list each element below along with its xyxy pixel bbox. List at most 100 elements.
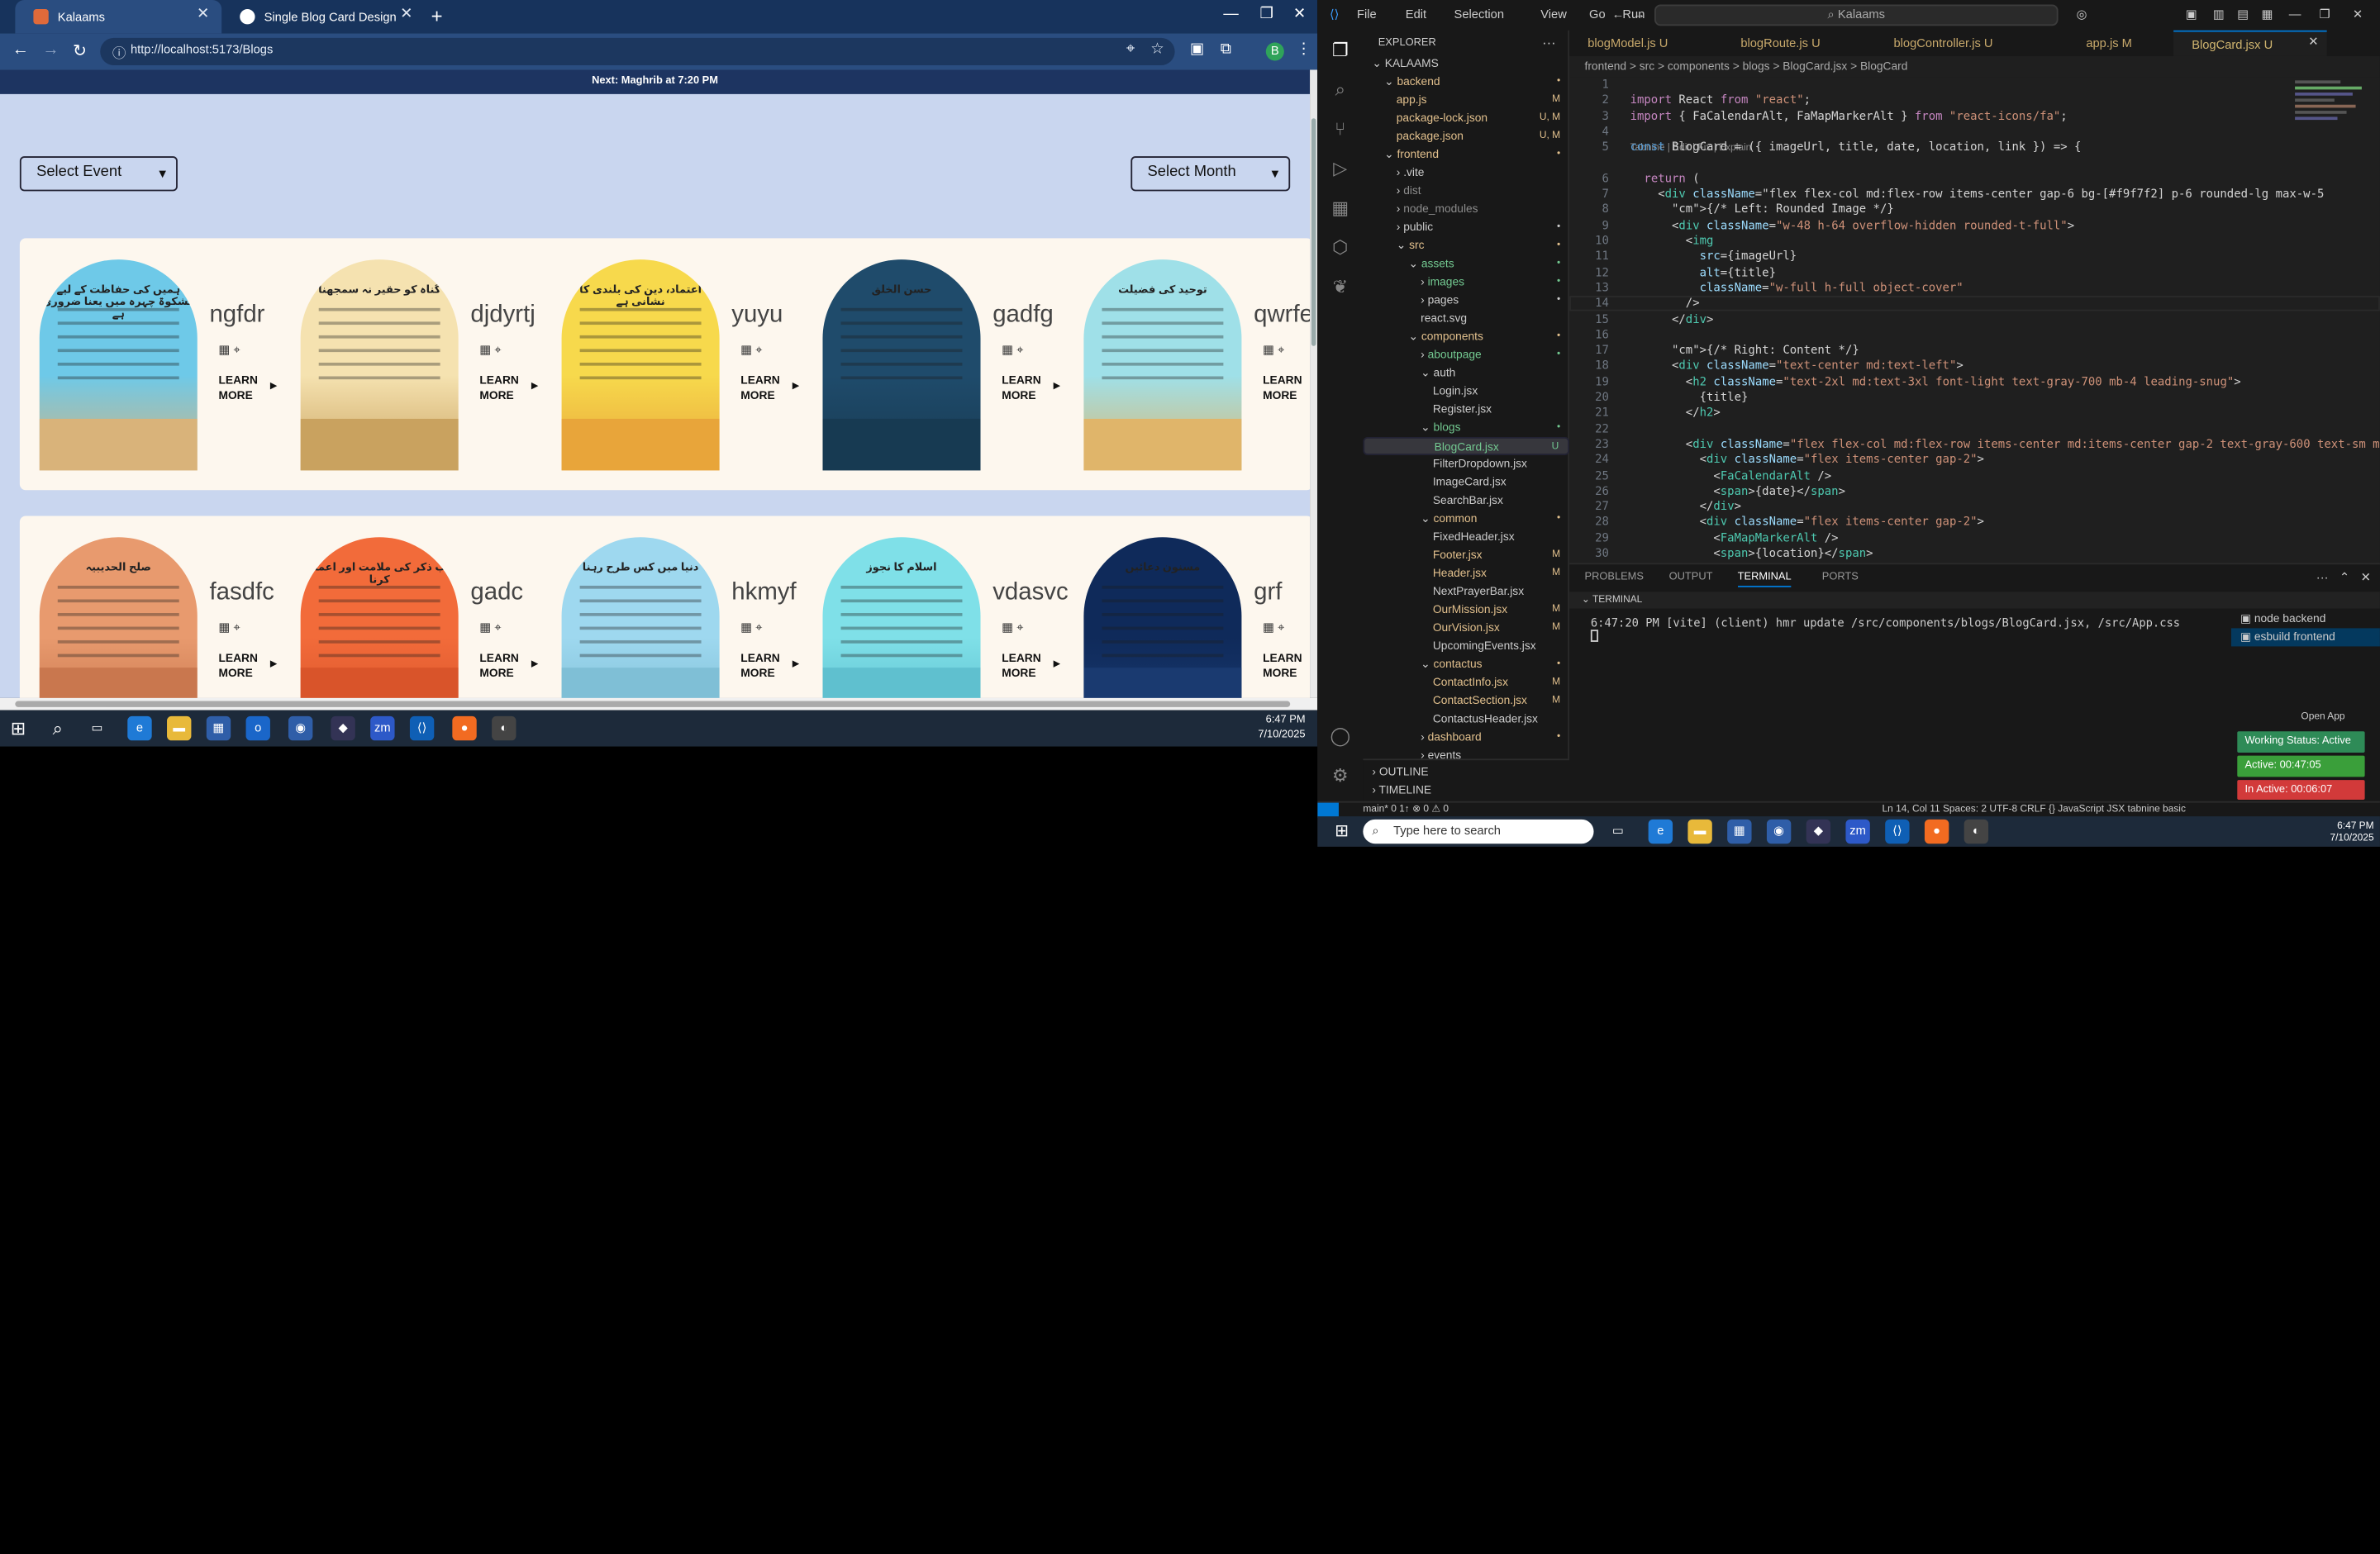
- close-panel-icon[interactable]: ✕: [2361, 571, 2371, 585]
- tree-item[interactable]: ⌄ assets •: [1363, 255, 1569, 273]
- open-app-button[interactable]: Open App: [2301, 711, 2344, 722]
- task-view-icon[interactable]: ▭: [85, 716, 109, 740]
- editor-tab[interactable]: BlogCard.jsx U: [2173, 30, 2327, 56]
- learn-more-link[interactable]: LEARN MORE: [479, 651, 531, 682]
- learn-more-link[interactable]: LEARN MORE: [1002, 373, 1053, 404]
- page-vertical-scrollbar[interactable]: [1310, 69, 1318, 698]
- postman-icon[interactable]: ●: [1924, 819, 1949, 844]
- search-icon[interactable]: ⌕: [1330, 79, 1351, 101]
- more-actions-icon[interactable]: ···: [1542, 35, 1556, 50]
- bookmark-star-icon[interactable]: ☆: [1150, 41, 1164, 58]
- forward-icon[interactable]: →: [42, 41, 59, 59]
- extensions-icon[interactable]: ▦: [1330, 197, 1351, 219]
- blog-card-image[interactable]: ہمیں کی حفاظت کے لیے مشکوۃ چہرہ میں یعنا…: [39, 259, 198, 471]
- tree-item[interactable]: › dist: [1363, 182, 1569, 200]
- profile-avatar[interactable]: B: [1265, 42, 1284, 61]
- run-debug-icon[interactable]: ▷: [1330, 158, 1351, 179]
- back-icon[interactable]: ←: [12, 41, 29, 59]
- explorer-icon[interactable]: ❐: [1330, 40, 1351, 61]
- tree-item[interactable]: Footer.jsx M: [1363, 546, 1569, 564]
- blog-card-image[interactable]: حسن الخلق: [822, 259, 981, 471]
- blog-card-image[interactable]: توحید کی فضیلت: [1083, 259, 1242, 471]
- more-icon[interactable]: ···: [2316, 571, 2329, 585]
- tree-item[interactable]: ⌄ blogs •: [1363, 419, 1569, 437]
- code-editor[interactable]: Tabnine | Edit | Fix | Explain 1 2 import R…: [1569, 77, 2380, 563]
- tree-item[interactable]: › aboutpage •: [1363, 346, 1569, 364]
- blog-card-image[interactable]: جب ذکر کی ملامت اور اعمال کرنا: [300, 537, 459, 698]
- location-icon[interactable]: ⌖: [1126, 41, 1135, 58]
- learn-more-link[interactable]: LEARN MORE: [1002, 651, 1053, 682]
- terminal-output[interactable]: 6:47:20 PM [vite] (client) hmr update /s…: [1590, 616, 2180, 645]
- outline-section[interactable]: › OUTLINE: [1363, 763, 1569, 782]
- toggle-panel-icon[interactable]: ▤: [2237, 7, 2249, 21]
- vscode-icon[interactable]: ⟨⟩: [409, 715, 435, 741]
- tree-item[interactable]: package-lock.json U, M: [1363, 109, 1569, 127]
- learn-more-link[interactable]: LEARN MORE: [479, 373, 531, 404]
- timeline-section[interactable]: › TIMELINE: [1363, 782, 1569, 800]
- outlook-icon[interactable]: o: [245, 715, 270, 741]
- maximize-panel-icon[interactable]: ⌃: [2340, 571, 2349, 585]
- windows-start-icon[interactable]: ⊞: [6, 716, 30, 740]
- editor-tab[interactable]: blogController.js U: [1875, 31, 2068, 56]
- mongodb-icon[interactable]: ❦: [1330, 276, 1351, 297]
- select-month-dropdown[interactable]: Select Month ▼: [1130, 156, 1291, 192]
- account-icon[interactable]: ◯: [1330, 725, 1351, 747]
- blog-card-image[interactable]: صلح الحدیبیہ: [39, 537, 198, 698]
- app2-icon[interactable]: ◐: [492, 715, 516, 741]
- app-icon[interactable]: ◆: [1806, 819, 1831, 844]
- forward-icon[interactable]: →: [1633, 7, 1645, 21]
- tree-item[interactable]: › images •: [1363, 273, 1569, 292]
- close-window-icon[interactable]: ✕: [2353, 7, 2363, 21]
- remote-icon[interactable]: ⬡: [1330, 237, 1351, 259]
- extension-icon[interactable]: ▣: [1190, 41, 1204, 58]
- copilot-icon[interactable]: ◎: [2077, 7, 2087, 21]
- tree-item[interactable]: ⌄ backend •: [1363, 73, 1569, 91]
- menu-item[interactable]: Go: [1589, 7, 1606, 21]
- app-icon[interactable]: ◆: [331, 715, 355, 741]
- tree-item[interactable]: ContactSection.jsx M: [1363, 692, 1569, 710]
- source-control-icon[interactable]: ⑂: [1330, 118, 1351, 140]
- tree-item[interactable]: package.json U, M: [1363, 127, 1569, 145]
- terminal-session-esbuild[interactable]: ▣ esbuild frontend: [2230, 628, 2380, 647]
- settings-gear-icon[interactable]: ⚙: [1330, 765, 1351, 787]
- select-event-dropdown[interactable]: Select Event ▼: [19, 156, 178, 192]
- blog-card-image[interactable]: دنیا میں کس طرح رہنا: [561, 537, 720, 698]
- learn-more-link[interactable]: LEARN MORE: [740, 373, 792, 404]
- chrome-icon[interactable]: ◉: [1766, 819, 1792, 844]
- panel-tab[interactable]: PORTS: [1822, 572, 1859, 582]
- extensions-puzzle-icon[interactable]: ⧉: [1221, 41, 1231, 58]
- close-tab-icon[interactable]: ✕: [197, 6, 209, 22]
- page-horizontal-scrollbar[interactable]: [0, 697, 1318, 710]
- tree-item[interactable]: FixedHeader.jsx: [1363, 528, 1569, 546]
- terminal-session-node[interactable]: ▣ node backend: [2231, 610, 2380, 628]
- panel-tab[interactable]: PROBLEMS: [1585, 572, 1644, 582]
- site-info-icon[interactable]: ⓘ: [112, 42, 126, 62]
- editor-tab[interactable]: blogModel.js U: [1569, 31, 1722, 56]
- chrome-icon[interactable]: ◉: [288, 715, 313, 741]
- tree-item[interactable]: › node_modules: [1363, 200, 1569, 218]
- new-tab-button[interactable]: +: [431, 5, 443, 28]
- tree-item[interactable]: ⌄ src •: [1363, 237, 1569, 255]
- tree-item[interactable]: ContactusHeader.jsx: [1363, 710, 1569, 729]
- toggle-sidebar-icon[interactable]: ▥: [2213, 7, 2225, 21]
- tree-item[interactable]: app.js M: [1363, 91, 1569, 109]
- tree-item[interactable]: FilterDropdown.jsx: [1363, 455, 1569, 473]
- tree-item[interactable]: SearchBar.jsx: [1363, 492, 1569, 510]
- tree-item[interactable]: OurMission.jsx M: [1363, 601, 1569, 619]
- blog-card-image[interactable]: گناہ کو حقیر نہ سمجھنا: [300, 259, 459, 471]
- tree-item[interactable]: › public •: [1363, 218, 1569, 236]
- back-icon[interactable]: ←: [1612, 7, 1625, 21]
- tree-item[interactable]: ⌄ frontend •: [1363, 145, 1569, 164]
- menu-dots-icon[interactable]: ⋮: [1297, 41, 1311, 58]
- toggle-secondary-icon[interactable]: ▦: [2262, 7, 2273, 21]
- panel-tab[interactable]: TERMINAL: [1737, 572, 1792, 587]
- tree-item[interactable]: ⌄ components •: [1363, 328, 1569, 346]
- tree-item[interactable]: ⌄ KALAAMS: [1363, 55, 1569, 73]
- tree-item[interactable]: ImageCard.jsx: [1363, 473, 1569, 492]
- close-tab-icon[interactable]: ✕: [400, 6, 412, 22]
- address-bar[interactable]: ⓘ http://localhost:5173/Blogs ⌖ ☆: [100, 37, 1175, 65]
- maximize-icon[interactable]: ❐: [2319, 7, 2330, 21]
- postman-icon[interactable]: ●: [452, 715, 477, 741]
- zoom-icon[interactable]: zm: [370, 715, 395, 741]
- browser-tab-single-blog[interactable]: Single Blog Card Design ✕: [221, 0, 425, 33]
